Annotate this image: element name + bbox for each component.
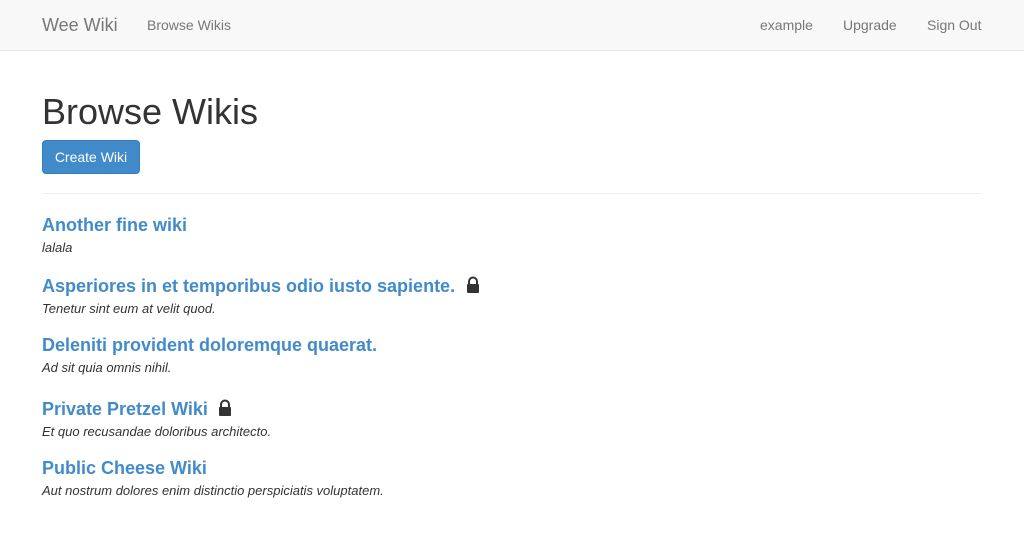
wiki-title-link[interactable]: Asperiores in et temporibus odio iusto s… — [42, 276, 455, 296]
nav-browse-wikis[interactable]: Browse Wikis — [147, 17, 231, 34]
wiki-title-link[interactable]: Deleniti provident doloremque quaerat. — [42, 335, 377, 355]
wiki-title-link[interactable]: Public Cheese Wiki — [42, 458, 207, 478]
wiki-list-item: Private Pretzel Wiki Et quo recusandae d… — [42, 398, 982, 440]
create-wiki-button[interactable]: Create Wiki — [42, 140, 140, 174]
wiki-title-link[interactable]: Another fine wiki — [42, 215, 187, 235]
wiki-description: lalala — [42, 240, 73, 255]
top-navbar: Wee Wiki Browse Wikis example Upgrade Si… — [0, 0, 1024, 51]
lock-icon — [219, 399, 232, 416]
wiki-description: Et quo recusandae doloribus architecto. — [42, 424, 272, 439]
wiki-list-item: Public Cheese Wiki Aut nostrum dolores e… — [42, 457, 982, 499]
page-title: Browse Wikis — [42, 91, 259, 132]
wiki-title-link[interactable]: Private Pretzel Wiki — [42, 399, 208, 419]
lock-icon — [466, 276, 479, 293]
wiki-description: Ad sit quia omnis nihil. — [42, 360, 172, 375]
nav-user-account[interactable]: example — [760, 17, 813, 34]
nav-upgrade[interactable]: Upgrade — [843, 17, 897, 34]
wiki-list-item: Another fine wiki lalala — [42, 214, 982, 256]
wiki-list-item: Deleniti provident doloremque quaerat. A… — [42, 334, 982, 376]
brand-link[interactable]: Wee Wiki — [42, 14, 118, 36]
wiki-description: Aut nostrum dolores enim distinctio pers… — [42, 483, 384, 498]
divider — [42, 193, 982, 194]
nav-sign-out[interactable]: Sign Out — [927, 17, 981, 34]
wiki-description: Tenetur sint eum at velit quod. — [42, 301, 216, 316]
wiki-list-item: Asperiores in et temporibus odio iusto s… — [42, 275, 982, 317]
